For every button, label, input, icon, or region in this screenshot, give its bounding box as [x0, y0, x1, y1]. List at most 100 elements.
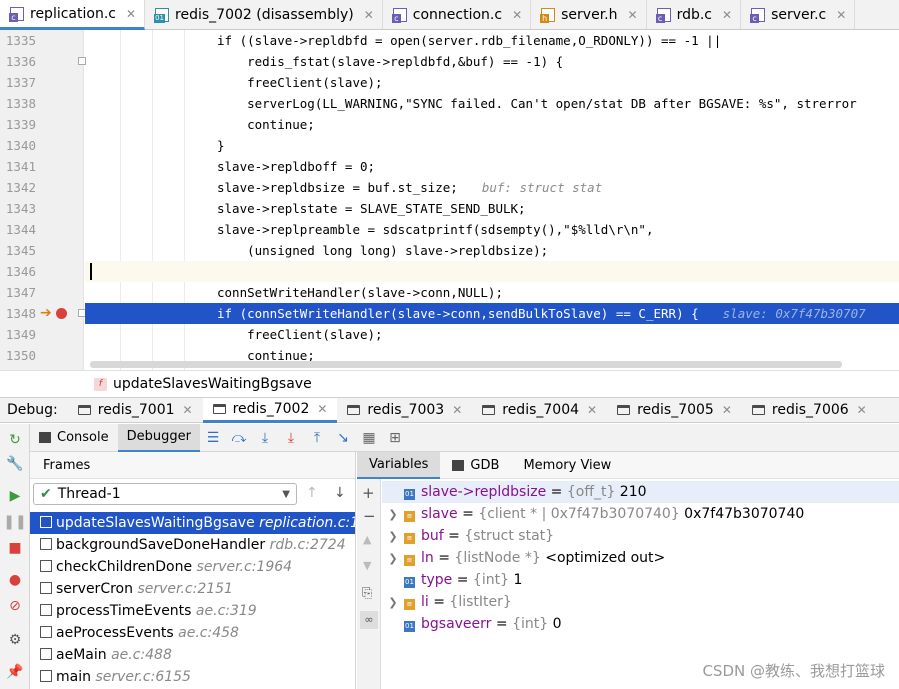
code-line[interactable]: if (connSetWriteHandler(slave->conn,send…	[85, 303, 899, 324]
close-icon[interactable]: ✕	[587, 403, 597, 417]
debug-session-tab[interactable]: redis_7004 ✕	[472, 398, 607, 423]
code-line[interactable]: slave->replstate = SLAVE_STATE_SEND_BULK…	[85, 198, 899, 219]
minus-icon[interactable]: −	[363, 507, 376, 525]
line-number[interactable]: 1345	[0, 240, 36, 261]
code-line[interactable]: (unsigned long long) slave->repldbsize);	[85, 240, 899, 261]
variable-row[interactable]: 01 type = {int} 1	[382, 569, 899, 591]
code-line[interactable]	[85, 261, 899, 282]
debug-session-tab[interactable]: redis_7001 ✕	[68, 398, 203, 423]
force-step-into-icon[interactable]: ⤓	[278, 424, 304, 452]
code-line[interactable]: if ((slave->repldbfd = open(server.rdb_f…	[85, 30, 899, 51]
tab-console[interactable]: Console	[30, 424, 118, 452]
horizontal-scrollbar[interactable]	[90, 361, 842, 368]
settings-icon[interactable]: ⚙	[5, 630, 25, 650]
line-number[interactable]: 1337	[0, 72, 36, 93]
frame-item[interactable]: main server.c:6155	[30, 666, 355, 688]
close-icon[interactable]: ✕	[512, 8, 522, 22]
variable-row[interactable]: ❯ ≡ buf = {struct stat}	[382, 525, 899, 547]
tab-debugger[interactable]: Debugger	[117, 423, 200, 452]
close-icon[interactable]: ✕	[722, 403, 732, 417]
up-arrow-icon[interactable]: ↑	[306, 485, 318, 501]
code-line[interactable]: slave->repldboff = 0;	[85, 156, 899, 177]
line-number[interactable]: 1347	[0, 282, 36, 303]
frame-item[interactable]: updateSlavesWaitingBgsave replication.c:…	[30, 512, 355, 534]
copy-icon[interactable]: ⎘	[362, 586, 372, 601]
line-number[interactable]: 1343	[0, 198, 36, 219]
plus-icon[interactable]: +	[362, 484, 375, 502]
pin-icon[interactable]: 📌	[5, 662, 25, 682]
tab-gdb[interactable]: GDB	[440, 452, 511, 479]
close-icon[interactable]: ✕	[126, 7, 136, 21]
code-line[interactable]: slave->replpreamble = sdscatprintf(sdsem…	[85, 219, 899, 240]
variable-row[interactable]: 01 slave->repldbsize = {off_t} 210	[382, 481, 899, 503]
stop-icon[interactable]: ■	[5, 538, 25, 558]
code-editor[interactable]: 1335 1336 1337 1338 1339 1340 1341 1342 1343 1344…	[0, 30, 899, 370]
view-breakpoints-icon[interactable]: ●	[5, 570, 25, 590]
line-number[interactable]: 1341	[0, 156, 36, 177]
evaluate-table-icon[interactable]: ▦	[356, 424, 382, 452]
code-line[interactable]: continue;	[85, 114, 899, 135]
tab-variables[interactable]: Variables	[357, 451, 441, 479]
thread-select[interactable]: ✔ Thread-1 ▼	[33, 483, 297, 505]
tab-server-h[interactable]: server.h✕	[531, 0, 647, 29]
variable-row[interactable]: ❯ ≡ li = {listIter}	[382, 591, 899, 613]
step-into-icon[interactable]: ⤓	[252, 424, 278, 452]
line-number[interactable]: 1350	[0, 345, 36, 366]
frame-item[interactable]: aeProcessEvents ae.c:458	[30, 622, 355, 644]
tab-rdb-c[interactable]: rdb.c✕	[647, 0, 742, 29]
chevron-right-icon[interactable]: ❯	[382, 504, 404, 526]
line-number[interactable]: 1336	[0, 51, 36, 72]
debug-session-tab[interactable]: redis_7002 ✕	[202, 397, 338, 423]
wrench-icon[interactable]: 🔧	[5, 454, 25, 474]
line-number[interactable]: 1342	[0, 177, 36, 198]
variable-row[interactable]: ❯ ≡ ln = {listNode *} <optimized out>	[382, 547, 899, 569]
code-line[interactable]: }	[85, 135, 899, 156]
frame-item[interactable]: serverCron server.c:2151	[30, 578, 355, 600]
debug-session-tab[interactable]: redis_7003 ✕	[337, 398, 472, 423]
code-line[interactable]: freeClient(slave);	[85, 324, 899, 345]
pause-icon[interactable]: ❚❚	[3, 512, 26, 532]
debug-session-tab[interactable]: redis_7005 ✕	[607, 398, 742, 423]
chevron-right-icon[interactable]: ❯	[382, 548, 404, 570]
mute-breakpoints-icon[interactable]: ⊘	[5, 596, 25, 616]
line-number[interactable]: 1339	[0, 114, 36, 135]
layout-icon[interactable]: ☰	[200, 424, 226, 452]
breakpoint-icon[interactable]	[56, 308, 67, 319]
resume-icon[interactable]: ▶	[5, 486, 25, 506]
code-line[interactable]: connSetWriteHandler(slave->conn,NULL);	[85, 282, 899, 303]
code-line[interactable]: slave->repldbsize = buf.st_size; buf: str…	[85, 177, 899, 198]
code-line[interactable]: redis_fstat(slave->repldbfd,&buf) == -1)…	[85, 51, 899, 72]
glasses-icon[interactable]: ∞	[360, 611, 378, 629]
variable-row[interactable]: 01 bgsaveerr = {int} 0	[382, 613, 899, 635]
line-number[interactable]: 1348	[0, 303, 36, 324]
line-gutter[interactable]: 1335 1336 1337 1338 1339 1340 1341 1342 1343 1344…	[0, 30, 86, 370]
tab-disassembly[interactable]: redis_7002 (disassembly)✕	[145, 0, 383, 29]
line-number[interactable]: 1335	[0, 30, 36, 51]
frame-item[interactable]: backgroundSaveDoneHandler rdb.c:2724	[30, 534, 355, 556]
line-number[interactable]: 1338	[0, 93, 36, 114]
tab-memory-view[interactable]: Memory View	[511, 452, 623, 479]
close-icon[interactable]: ✕	[722, 8, 732, 22]
rerun-icon[interactable]: ↻	[5, 430, 25, 450]
line-number[interactable]: 1346	[0, 261, 36, 282]
frame-item[interactable]: processTimeEvents ae.c:319	[30, 600, 355, 622]
down-arrow-icon[interactable]: ↓	[334, 485, 346, 501]
breadcrumb-function[interactable]: updateSlavesWaitingBgsave	[113, 376, 312, 392]
tab-connection-c[interactable]: connection.c✕	[383, 0, 532, 29]
line-number[interactable]: 1340	[0, 135, 36, 156]
line-number[interactable]: 1349	[0, 324, 36, 345]
debug-session-tab[interactable]: redis_7006 ✕	[742, 398, 877, 423]
breadcrumb[interactable]: f updateSlavesWaitingBgsave	[0, 370, 899, 397]
frame-item[interactable]: checkChildrenDone server.c:1964	[30, 556, 355, 578]
step-over-icon[interactable]: ⤼	[226, 424, 252, 452]
close-icon[interactable]: ✕	[183, 403, 193, 417]
frame-item[interactable]: aeMain ae.c:488	[30, 644, 355, 666]
tab-server-c[interactable]: server.c✕	[741, 0, 856, 29]
step-out-icon[interactable]: ⤒	[304, 424, 330, 452]
tab-replication-c[interactable]: replication.c✕	[0, 0, 146, 30]
variable-row[interactable]: ❯ ≡ slave = {client * | 0x7f47b3070740} 0x…	[382, 503, 899, 525]
restore-layout-icon[interactable]: ⊞	[382, 424, 408, 452]
chevron-right-icon[interactable]: ❯	[382, 592, 404, 614]
code-line[interactable]: serverLog(LL_WARNING,"SYNC failed. Can't…	[85, 93, 899, 114]
close-icon[interactable]: ✕	[857, 403, 867, 417]
